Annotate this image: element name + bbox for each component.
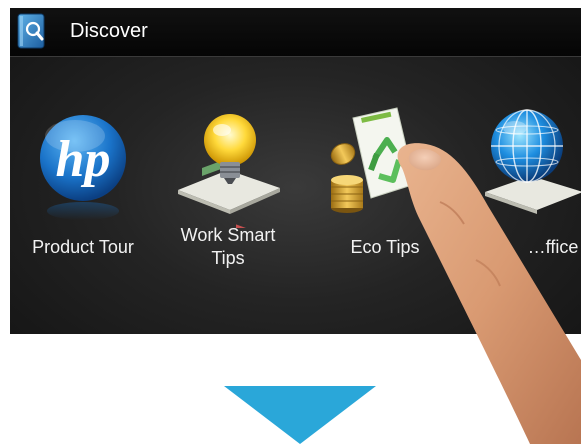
title-bar: Discover <box>10 8 581 57</box>
lightbulb-icon <box>178 114 280 228</box>
tile-product-tour[interactable]: hp Product Tour <box>13 88 153 288</box>
tile-label-product-tour: Product Tour <box>32 237 134 257</box>
pointing-finger <box>397 143 581 444</box>
tile-work-smart-tips[interactable]: Work Smart Tips <box>158 88 298 288</box>
hp-logo-icon: hp <box>40 115 126 220</box>
tile-label-work-smart-tips: Work Smart Tips <box>158 224 298 270</box>
page-title: Discover <box>70 20 148 42</box>
down-arrow-icon <box>224 386 376 444</box>
tile-label-line-1: Work Smart <box>180 225 276 245</box>
tile-label-line-2: Tips <box>211 248 245 268</box>
discover-book-icon <box>17 13 45 49</box>
svg-text:hp: hp <box>56 131 111 188</box>
